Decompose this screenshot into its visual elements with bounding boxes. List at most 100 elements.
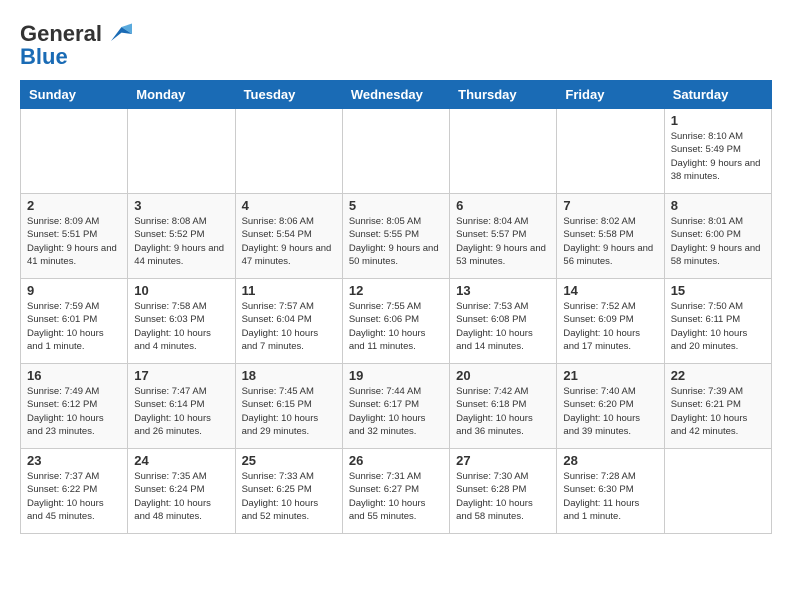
day-cell [450,109,557,194]
day-number: 6 [456,198,550,213]
day-cell [342,109,449,194]
day-number: 22 [671,368,765,383]
day-cell [21,109,128,194]
day-cell: 3 Sunrise: 8:08 AM Sunset: 5:52 PM Daylig… [128,194,235,279]
week-row-3: 9 Sunrise: 7:59 AM Sunset: 6:01 PM Daylig… [21,279,772,364]
day-cell: 24 Sunrise: 7:35 AM Sunset: 6:24 PM Dayli… [128,449,235,534]
weekday-header-monday: Monday [128,81,235,109]
day-info: Sunrise: 7:58 AM Sunset: 6:03 PM Dayligh… [134,300,228,353]
day-cell [664,449,771,534]
day-number: 11 [242,283,336,298]
day-number: 5 [349,198,443,213]
day-info: Sunrise: 7:42 AM Sunset: 6:18 PM Dayligh… [456,385,550,438]
week-row-1: 1 Sunrise: 8:10 AM Sunset: 5:49 PM Daylig… [21,109,772,194]
day-cell [128,109,235,194]
day-info: Sunrise: 8:05 AM Sunset: 5:55 PM Dayligh… [349,215,443,268]
day-number: 20 [456,368,550,383]
weekday-header-sunday: Sunday [21,81,128,109]
day-info: Sunrise: 7:35 AM Sunset: 6:24 PM Dayligh… [134,470,228,523]
day-cell: 12 Sunrise: 7:55 AM Sunset: 6:06 PM Dayli… [342,279,449,364]
day-cell: 2 Sunrise: 8:09 AM Sunset: 5:51 PM Daylig… [21,194,128,279]
day-number: 23 [27,453,121,468]
day-number: 28 [563,453,657,468]
day-number: 8 [671,198,765,213]
day-number: 2 [27,198,121,213]
day-number: 21 [563,368,657,383]
weekday-header-wednesday: Wednesday [342,81,449,109]
day-number: 3 [134,198,228,213]
day-number: 16 [27,368,121,383]
day-number: 4 [242,198,336,213]
day-info: Sunrise: 7:39 AM Sunset: 6:21 PM Dayligh… [671,385,765,438]
day-info: Sunrise: 7:28 AM Sunset: 6:30 PM Dayligh… [563,470,657,523]
day-info: Sunrise: 8:09 AM Sunset: 5:51 PM Dayligh… [27,215,121,268]
day-number: 17 [134,368,228,383]
day-cell: 9 Sunrise: 7:59 AM Sunset: 6:01 PM Daylig… [21,279,128,364]
day-info: Sunrise: 7:47 AM Sunset: 6:14 PM Dayligh… [134,385,228,438]
weekday-header-thursday: Thursday [450,81,557,109]
weekday-header-friday: Friday [557,81,664,109]
day-cell: 27Sunrise: 7:30 AM Sunset: 6:28 PM Dayli… [450,449,557,534]
day-cell: 23Sunrise: 7:37 AM Sunset: 6:22 PM Dayli… [21,449,128,534]
day-info: Sunrise: 7:45 AM Sunset: 6:15 PM Dayligh… [242,385,336,438]
day-number: 13 [456,283,550,298]
day-info: Sunrise: 7:57 AM Sunset: 6:04 PM Dayligh… [242,300,336,353]
day-info: Sunrise: 8:02 AM Sunset: 5:58 PM Dayligh… [563,215,657,268]
day-cell: 5 Sunrise: 8:05 AM Sunset: 5:55 PM Daylig… [342,194,449,279]
day-number: 1 [671,113,765,128]
weekday-header-saturday: Saturday [664,81,771,109]
day-info: Sunrise: 7:59 AM Sunset: 6:01 PM Dayligh… [27,300,121,353]
day-cell: 22 Sunrise: 7:39 AM Sunset: 6:21 PM Dayli… [664,364,771,449]
day-info: Sunrise: 7:55 AM Sunset: 6:06 PM Dayligh… [349,300,443,353]
day-info: Sunrise: 8:08 AM Sunset: 5:52 PM Dayligh… [134,215,228,268]
day-info: Sunrise: 7:52 AM Sunset: 6:09 PM Dayligh… [563,300,657,353]
day-cell: 8Sunrise: 8:01 AM Sunset: 6:00 PM Daylig… [664,194,771,279]
day-cell: 17 Sunrise: 7:47 AM Sunset: 6:14 PM Dayli… [128,364,235,449]
day-cell: 10 Sunrise: 7:58 AM Sunset: 6:03 PM Dayli… [128,279,235,364]
day-info: Sunrise: 8:06 AM Sunset: 5:54 PM Dayligh… [242,215,336,268]
day-number: 27 [456,453,550,468]
day-cell: 18 Sunrise: 7:45 AM Sunset: 6:15 PM Dayli… [235,364,342,449]
week-row-4: 16 Sunrise: 7:49 AM Sunset: 6:12 PM Dayli… [21,364,772,449]
day-number: 14 [563,283,657,298]
logo-bird-icon [104,20,132,48]
day-number: 24 [134,453,228,468]
day-number: 9 [27,283,121,298]
day-cell: 16 Sunrise: 7:49 AM Sunset: 6:12 PM Dayli… [21,364,128,449]
day-info: Sunrise: 7:53 AM Sunset: 6:08 PM Dayligh… [456,300,550,353]
week-row-2: 2 Sunrise: 8:09 AM Sunset: 5:51 PM Daylig… [21,194,772,279]
day-info: Sunrise: 7:31 AM Sunset: 6:27 PM Dayligh… [349,470,443,523]
day-number: 25 [242,453,336,468]
day-cell: 26 Sunrise: 7:31 AM Sunset: 6:27 PM Dayli… [342,449,449,534]
day-cell: 14 Sunrise: 7:52 AM Sunset: 6:09 PM Dayli… [557,279,664,364]
day-cell [557,109,664,194]
page-header: General Blue [20,20,772,70]
day-cell: 21 Sunrise: 7:40 AM Sunset: 6:20 PM Dayli… [557,364,664,449]
day-info: Sunrise: 8:10 AM Sunset: 5:49 PM Dayligh… [671,130,765,183]
day-cell: 7Sunrise: 8:02 AM Sunset: 5:58 PM Daylig… [557,194,664,279]
day-cell: 1 Sunrise: 8:10 AM Sunset: 5:49 PM Daylig… [664,109,771,194]
day-number: 26 [349,453,443,468]
weekday-header-row: SundayMondayTuesdayWednesdayThursdayFrid… [21,81,772,109]
day-info: Sunrise: 7:44 AM Sunset: 6:17 PM Dayligh… [349,385,443,438]
day-info: Sunrise: 7:50 AM Sunset: 6:11 PM Dayligh… [671,300,765,353]
day-cell: 28 Sunrise: 7:28 AM Sunset: 6:30 PM Dayli… [557,449,664,534]
day-info: Sunrise: 7:49 AM Sunset: 6:12 PM Dayligh… [27,385,121,438]
day-number: 18 [242,368,336,383]
day-number: 15 [671,283,765,298]
logo: General Blue [20,20,132,70]
day-info: Sunrise: 8:04 AM Sunset: 5:57 PM Dayligh… [456,215,550,268]
day-cell: 19Sunrise: 7:44 AM Sunset: 6:17 PM Dayli… [342,364,449,449]
day-cell: 13 Sunrise: 7:53 AM Sunset: 6:08 PM Dayli… [450,279,557,364]
day-cell: 11 Sunrise: 7:57 AM Sunset: 6:04 PM Dayli… [235,279,342,364]
day-number: 10 [134,283,228,298]
day-cell: 20 Sunrise: 7:42 AM Sunset: 6:18 PM Dayli… [450,364,557,449]
week-row-5: 23Sunrise: 7:37 AM Sunset: 6:22 PM Dayli… [21,449,772,534]
day-info: Sunrise: 7:33 AM Sunset: 6:25 PM Dayligh… [242,470,336,523]
day-cell: 4 Sunrise: 8:06 AM Sunset: 5:54 PM Daylig… [235,194,342,279]
day-info: Sunrise: 7:40 AM Sunset: 6:20 PM Dayligh… [563,385,657,438]
weekday-header-tuesday: Tuesday [235,81,342,109]
day-cell [235,109,342,194]
day-number: 12 [349,283,443,298]
day-cell: 25 Sunrise: 7:33 AM Sunset: 6:25 PM Dayli… [235,449,342,534]
